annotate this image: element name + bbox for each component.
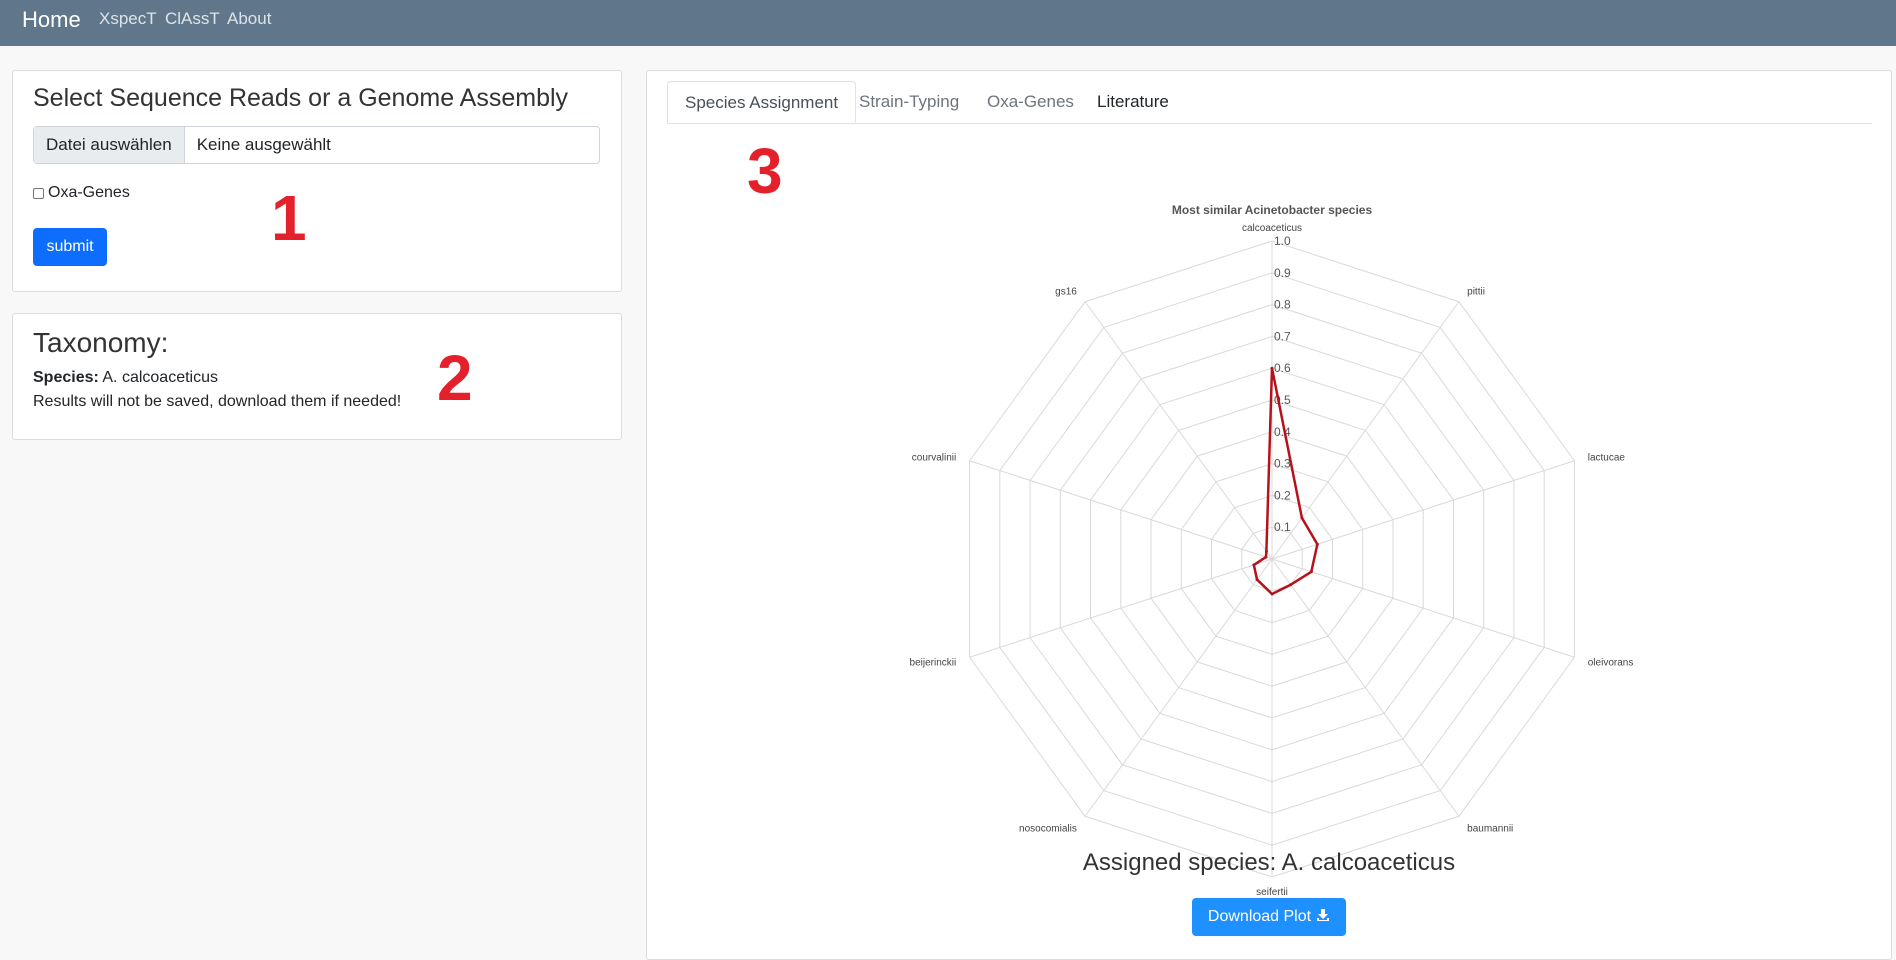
results-tabs: Species Assignment Strain-Typing Oxa-Gen… [667, 81, 1872, 124]
nav-link-xspect[interactable]: XspecT [99, 9, 157, 29]
data-point [1309, 570, 1313, 574]
species-line: Species: A. calcoaceticus [33, 368, 218, 388]
tab-strain-typing[interactable]: Strain-Typing [859, 81, 959, 123]
category-label: lactucae [1588, 452, 1626, 463]
chart-tick-labels: 0.10.20.30.40.50.60.70.80.91.0 [1274, 234, 1291, 534]
tick-label: 0.1 [1274, 520, 1291, 534]
tab-literature[interactable]: Literature [1097, 81, 1169, 123]
upload-title: Select Sequence Reads or a Genome Assemb… [33, 84, 569, 112]
taxonomy-title: Taxonomy: [33, 327, 169, 358]
tick-label: 0.6 [1274, 361, 1291, 375]
data-point [1315, 542, 1319, 546]
choose-file-button[interactable]: Datei auswählen [34, 127, 185, 163]
data-point [1300, 516, 1304, 520]
download-plot-label: Download Plot [1207, 908, 1312, 925]
download-icon [1317, 909, 1330, 921]
annotation-1: 1 [271, 182, 307, 254]
nav-link-about[interactable]: About [227, 9, 271, 29]
results-note: Results will not be saved, download them… [33, 393, 402, 410]
grid-spoke [1271, 558, 1460, 817]
file-input[interactable]: Datei auswählen Keine ausgewählt [33, 126, 600, 164]
category-label: pittii [1467, 286, 1485, 297]
file-name-display: Keine ausgewählt [196, 135, 331, 154]
results-card: Species Assignment Strain-Typing Oxa-Gen… [646, 70, 1892, 960]
upload-card: Select Sequence Reads or a Genome Assemb… [12, 70, 622, 292]
download-plot-button[interactable]: Download Plot [1192, 898, 1346, 936]
data-point [1270, 592, 1274, 596]
tick-label: 0.8 [1274, 298, 1291, 312]
tick-label: 0.2 [1274, 488, 1291, 502]
tick-label: 0.3 [1274, 457, 1291, 471]
tick-label: 0.7 [1274, 329, 1291, 343]
chart-grid [969, 240, 1575, 878]
category-label: gs16 [1055, 286, 1077, 297]
species-label: Species: [33, 369, 99, 386]
data-point [1289, 583, 1293, 587]
tab-oxa-genes[interactable]: Oxa-Genes [987, 81, 1074, 123]
data-point [1255, 578, 1259, 582]
oxa-genes-checkbox[interactable] [33, 187, 44, 199]
category-label: calcoaceticus [1242, 223, 1302, 234]
assigned-species-heading: Assigned species: A. calcoaceticus [1082, 849, 1456, 876]
data-point [1270, 366, 1274, 370]
oxa-genes-option: Oxa-Genes [33, 183, 130, 203]
data-point [1252, 563, 1256, 567]
category-label: seifertii [1256, 887, 1288, 898]
category-label: courvalinii [912, 452, 956, 463]
tab-species-assignment[interactable]: Species Assignment [667, 81, 857, 123]
category-label: baumannii [1467, 824, 1513, 835]
navbar: Home XspecT ClAssT About [0, 0, 1896, 46]
grid-spoke [1084, 301, 1273, 560]
grid-spoke [1271, 301, 1460, 560]
submit-button[interactable]: submit [33, 228, 107, 266]
chart-title: Most similar Acinetobacter species [1172, 203, 1373, 217]
annotation-2: 2 [437, 342, 473, 414]
tick-label: 0.9 [1274, 266, 1291, 280]
category-label: oleivorans [1588, 658, 1634, 669]
nav-link-classt[interactable]: ClAssT [165, 9, 220, 29]
data-point [1264, 549, 1268, 553]
category-label: nosocomialis [1019, 824, 1077, 835]
grid-spoke [1084, 558, 1273, 817]
category-label: beijerinckii [910, 658, 957, 669]
tick-label: 1.0 [1274, 234, 1291, 248]
oxa-genes-label[interactable]: Oxa-Genes [48, 183, 130, 203]
radar-chart: Most similar Acinetobacter species 0.1 0.… [910, 203, 1634, 898]
nav-home-link[interactable]: Home [22, 6, 81, 34]
taxonomy-card: Taxonomy: Species: A. calcoaceticus Resu… [12, 313, 622, 440]
species-value: A. calcoaceticus [102, 369, 218, 386]
data-point [1264, 555, 1268, 559]
